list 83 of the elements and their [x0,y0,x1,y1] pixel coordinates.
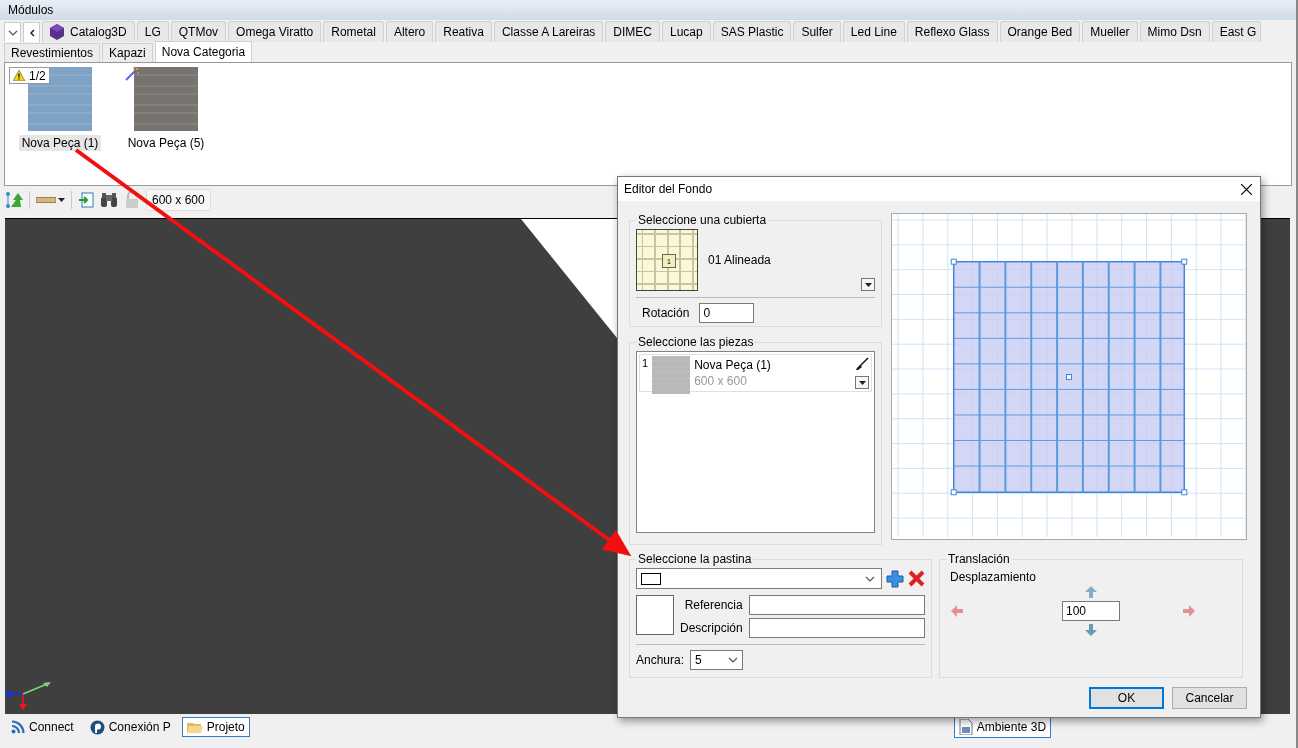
width-select[interactable]: 5 [690,650,744,670]
color-swatch [636,595,674,635]
panel-tab[interactable]: Ambiente 3D [953,716,1052,738]
panel-tab[interactable]: Conexión P [84,716,176,738]
caret-icon [858,380,866,385]
piece-thumbnail [652,356,691,394]
warning-badge: 1/2 [9,67,50,84]
feed-icon [11,720,25,734]
delete-icon[interactable] [908,570,925,587]
close-icon[interactable] [1241,183,1252,195]
field-label: Desplazamiento [950,570,1037,584]
catalog-tab[interactable]: Reativa [435,21,492,42]
category-tab[interactable]: Kapazi [102,43,153,62]
panel-tab[interactable]: Connect [6,717,79,737]
size-label: 600 x 600 [146,189,211,211]
piece-name: Nova Peça (1) [694,357,772,373]
circle-logo-icon [89,719,105,735]
arrow-down-icon[interactable] [1084,623,1098,637]
catalog-tab[interactable]: Rometal [323,21,384,42]
catalog-tab[interactable]: Altero [385,21,434,42]
dropdown-button[interactable] [4,22,21,42]
catalog-tab[interactable]: Mimo Dsn [1139,21,1210,42]
hexagon-icon [50,24,64,40]
binoculars-icon[interactable] [100,192,118,208]
ruler-dropdown-icon[interactable] [36,197,65,203]
hierarchy-up-icon[interactable] [5,191,23,209]
chevron-down-icon [865,575,875,582]
panel-tab[interactable]: Projeto [181,717,250,737]
catalog-tab[interactable]: Led Line [842,21,905,42]
group-title: Seleccione las piezas [637,335,755,349]
dropdown-button[interactable] [855,376,869,389]
catalog-tab[interactable]: SAS Plastic [712,21,792,42]
plus-icon[interactable] [886,569,904,588]
dropdown-button[interactable] [861,278,875,291]
layout-name: 01 Alineada [708,253,772,267]
grout-select[interactable] [636,568,882,589]
catalog-tab[interactable]: Catalog3D [42,21,135,42]
field-label: Referencia [683,598,743,612]
caret-icon [864,282,872,287]
field-label: Descripción [680,621,743,635]
catalog-tab[interactable]: QTMov [170,21,227,42]
offset-input[interactable]: 100 [1062,601,1120,621]
piece-size: 600 x 600 [694,373,748,389]
catalog-tab[interactable]: Sulfer [793,21,841,42]
axis-gizmo-icon [7,682,53,712]
dialog-button[interactable]: OK [1089,687,1164,709]
rotation-input[interactable]: 0 [699,303,755,323]
catalog-tab[interactable]: LG [136,21,169,42]
caret-icon [58,198,65,202]
chevron-down-icon [728,657,739,663]
catalog-tab[interactable]: Orange Bed [999,21,1081,42]
group-title: Seleccione una cubierta [637,213,768,227]
field-label: Anchura: [636,653,685,667]
description-input[interactable] [748,618,925,638]
import-icon[interactable] [78,192,94,208]
dialog-button[interactable]: Cancelar [1172,687,1247,709]
catalog-tab[interactable]: Classe A Lareiras [493,21,604,42]
scroll-left-button[interactable] [23,22,40,42]
folder-icon [186,720,203,734]
dialog-title: Editor del Fondo [624,182,713,196]
chevron-left-icon [28,28,35,37]
catalog-tab[interactable]: Mueller [1082,21,1138,42]
group-title: Seleccione la pastina [637,552,753,566]
field-label: Rotación [642,306,690,320]
magic-wand-icon [125,67,139,81]
panel-title: Módulos [8,3,54,17]
chevron-down-icon [7,29,18,36]
catalog-tab[interactable]: Lucap [662,21,711,42]
piece-item[interactable]: 1 Nova Peça (1) 600 x 600 [639,354,872,392]
catalog-tab[interactable]: Reflexo Glass [906,21,998,42]
brush-icon[interactable] [855,357,869,371]
catalog-tab[interactable]: Omega Viratto [228,21,322,42]
thumbnail-label[interactable]: Nova Peça (1) [18,135,102,151]
lock-icon[interactable] [124,192,140,208]
category-tab[interactable]: Revestimientos [4,43,101,62]
thumbnail-label[interactable]: Nova Peça (5) [124,135,208,151]
catalog-tab[interactable]: DIMEC [605,21,660,42]
category-tab[interactable]: Nova Categoria [154,41,253,62]
document-icon [958,719,973,735]
reference-input[interactable] [748,595,925,615]
group-title: Translación [947,552,1011,566]
warning-icon [13,70,25,81]
catalog-tab[interactable]: East G [1211,21,1262,42]
